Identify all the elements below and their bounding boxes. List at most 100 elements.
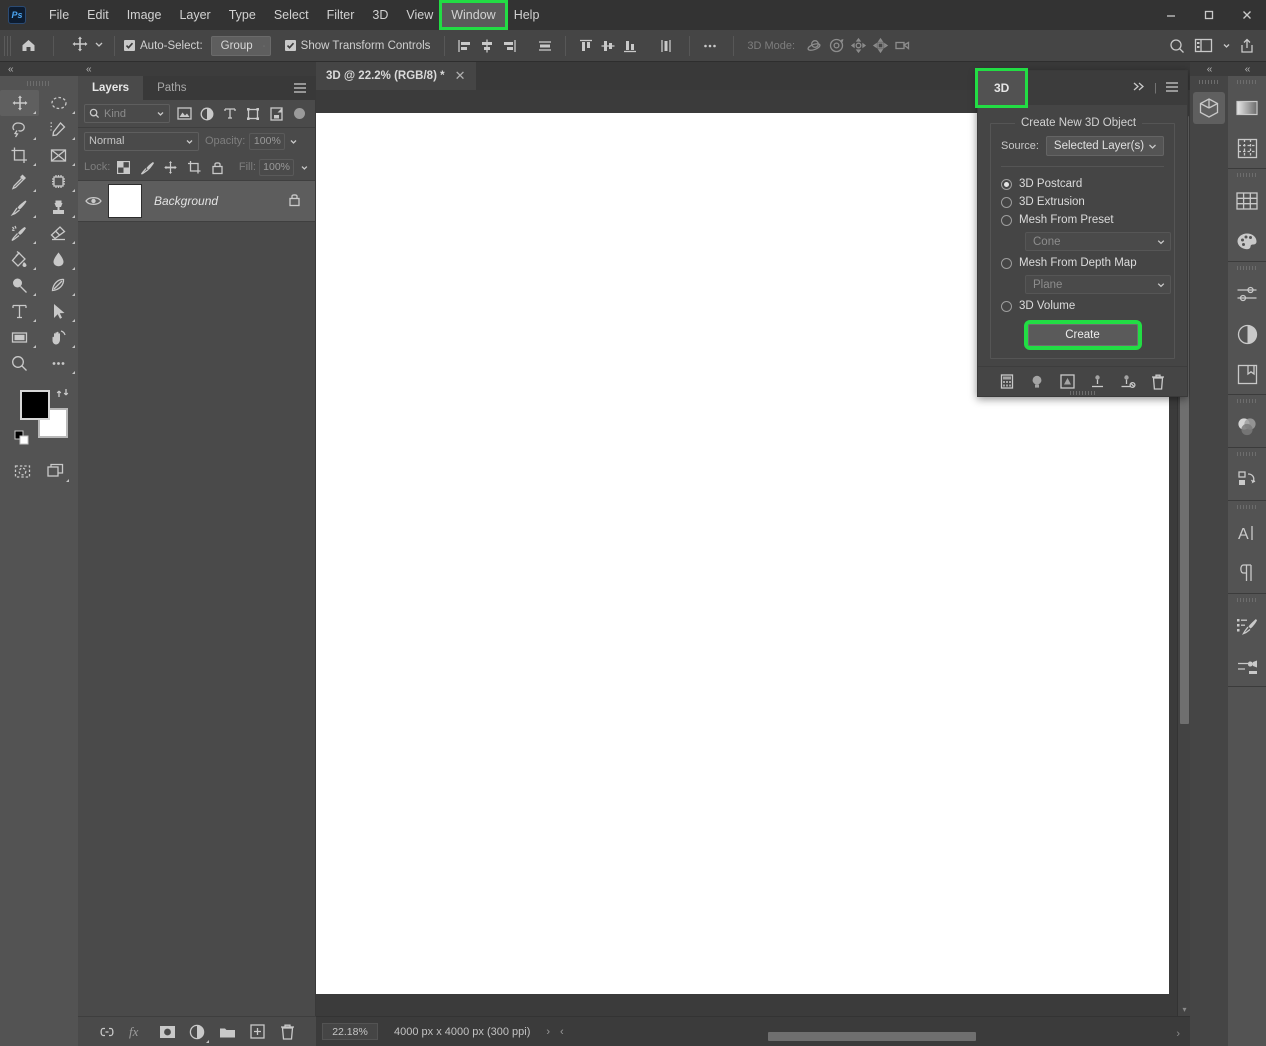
character-panel-icon[interactable]: A (1228, 513, 1266, 553)
share-icon[interactable] (1236, 35, 1258, 57)
menu-type[interactable]: Type (220, 3, 265, 27)
tool-crop[interactable] (0, 142, 39, 168)
default-colors-icon[interactable] (14, 430, 29, 448)
tool-blur[interactable] (39, 246, 78, 272)
toolbar-collapse-bar[interactable]: « (0, 62, 78, 76)
depth-map-select[interactable]: Plane (1025, 275, 1171, 294)
toolbar-grip[interactable] (0, 76, 78, 90)
layer-style-fx-icon[interactable]: fx (126, 1021, 148, 1043)
menu-select[interactable]: Select (265, 3, 318, 27)
search-icon[interactable] (1166, 35, 1188, 57)
close-icon[interactable]: ✕ (455, 68, 466, 84)
filter-adjustment-icon[interactable] (198, 104, 216, 124)
tool-marquee[interactable] (39, 90, 78, 116)
align-top-edges-icon[interactable] (575, 35, 597, 57)
dock-group-grip[interactable] (1228, 501, 1266, 513)
tool-lasso[interactable] (0, 116, 39, 142)
tool-rectangle[interactable] (0, 324, 39, 350)
dock-group-grip[interactable] (1228, 594, 1266, 606)
tool-move[interactable] (0, 90, 39, 116)
collapse-panel-icon[interactable] (1132, 81, 1146, 95)
filter-shape-icon[interactable] (244, 104, 262, 124)
tool-eraser[interactable] (39, 220, 78, 246)
more-options-icon[interactable] (699, 35, 721, 57)
menu-image[interactable]: Image (118, 3, 171, 27)
filter-type-icon[interactable] (221, 104, 239, 124)
tool-pen[interactable] (39, 272, 78, 298)
libraries-panel-icon[interactable] (1228, 354, 1266, 394)
status-collapse-icon[interactable]: ‹ (560, 1026, 564, 1038)
auto-select-checkbox[interactable]: Auto-Select: (124, 40, 203, 52)
show-transform-controls-checkbox[interactable]: Show Transform Controls (285, 40, 431, 52)
scroll-right-arrow-icon[interactable]: › (1176, 1028, 1180, 1040)
tool-eyedropper[interactable] (0, 168, 39, 194)
filter-enable-toggle[interactable] (294, 108, 305, 119)
align-right-edges-icon[interactable] (498, 35, 520, 57)
move-tool-icon[interactable] (71, 35, 89, 56)
delete-layer-icon[interactable] (276, 1021, 298, 1043)
menu-window[interactable]: Window (442, 3, 504, 27)
menu-view[interactable]: View (397, 3, 442, 27)
option-mesh-from-depth-map[interactable]: Mesh From Depth Map (1001, 254, 1164, 272)
tab-3d[interactable]: 3D (978, 71, 1025, 105)
tool-preset-chevron-icon[interactable] (93, 38, 105, 53)
tool-edit-toolbar[interactable] (39, 350, 78, 376)
lock-all-icon[interactable] (207, 157, 228, 177)
workspace-chevron-down-icon[interactable] (1218, 35, 1234, 57)
option-3d-postcard[interactable]: 3D Postcard (1001, 175, 1164, 193)
option-mesh-from-preset[interactable]: Mesh From Preset (1001, 211, 1164, 229)
options-bar-grip[interactable] (4, 36, 12, 56)
pan-3d-icon[interactable] (847, 35, 869, 57)
option-3d-volume[interactable]: 3D Volume (1001, 297, 1164, 315)
gradients-panel-icon[interactable] (1228, 88, 1266, 128)
patterns-panel-icon[interactable] (1228, 128, 1266, 168)
tool-type[interactable] (0, 298, 39, 324)
lock-transparent-pixels-icon[interactable] (113, 157, 134, 177)
screen-mode-icon[interactable] (39, 458, 72, 484)
mesh-preset-select[interactable]: Cone (1025, 232, 1171, 251)
layer-thumbnail[interactable] (108, 184, 142, 218)
align-horizontal-centers-icon[interactable] (476, 35, 498, 57)
dock-b-collapse-bar[interactable]: « (1228, 62, 1266, 76)
menu-filter[interactable]: Filter (318, 3, 364, 27)
scrollbar-thumb[interactable] (768, 1032, 976, 1041)
new-group-icon[interactable] (216, 1021, 238, 1043)
zoom-3d-camera-icon[interactable] (891, 35, 913, 57)
roll-3d-icon[interactable] (825, 35, 847, 57)
history-panel-icon[interactable] (1228, 460, 1266, 500)
menu-edit[interactable]: Edit (78, 3, 118, 27)
document-tab[interactable]: 3D @ 22.2% (RGB/8) * ✕ (316, 62, 476, 90)
home-icon[interactable] (12, 37, 44, 54)
opacity-field[interactable]: 100% (249, 133, 285, 150)
tool-hand[interactable] (39, 324, 78, 350)
tool-quick-selection[interactable] (39, 116, 78, 142)
properties-panel-icon[interactable] (1228, 274, 1266, 314)
filter-image-icon[interactable] (175, 104, 193, 124)
blend-mode-select[interactable]: Normal (84, 132, 199, 151)
tool-path-selection[interactable] (39, 298, 78, 324)
channels-panel-icon[interactable] (1228, 407, 1266, 447)
swatches-panel-icon[interactable] (1228, 181, 1266, 221)
fill-field[interactable]: 100% (259, 159, 294, 176)
swap-colors-icon[interactable] (56, 386, 70, 403)
table-row[interactable]: Background (78, 180, 315, 222)
menu-file[interactable]: File (40, 3, 78, 27)
adjustments-panel-icon[interactable] (1228, 314, 1266, 354)
lock-image-pixels-icon[interactable] (137, 157, 158, 177)
dock-group-grip[interactable] (1228, 395, 1266, 407)
menu-3d[interactable]: 3D (363, 3, 397, 27)
brushes-panel-icon[interactable] (1228, 646, 1266, 686)
distribute-vertically-icon[interactable] (655, 35, 677, 57)
dock-group-grip[interactable] (1228, 448, 1266, 460)
panel-menu-icon[interactable] (293, 82, 307, 97)
slide-3d-icon[interactable] (869, 35, 891, 57)
color-panel-icon[interactable] (1228, 221, 1266, 261)
tab-paths[interactable]: Paths (143, 76, 200, 100)
dock-group-grip[interactable] (1228, 262, 1266, 274)
canvas-horizontal-scrollbar[interactable] (746, 1030, 1176, 1043)
workspace-icon[interactable] (1190, 35, 1216, 57)
dock-a-collapse-bar[interactable]: « (1190, 62, 1228, 76)
3d-panel-icon[interactable] (1190, 88, 1228, 128)
dock-b-grip[interactable] (1228, 76, 1266, 88)
lock-artboard-icon[interactable] (184, 157, 205, 177)
